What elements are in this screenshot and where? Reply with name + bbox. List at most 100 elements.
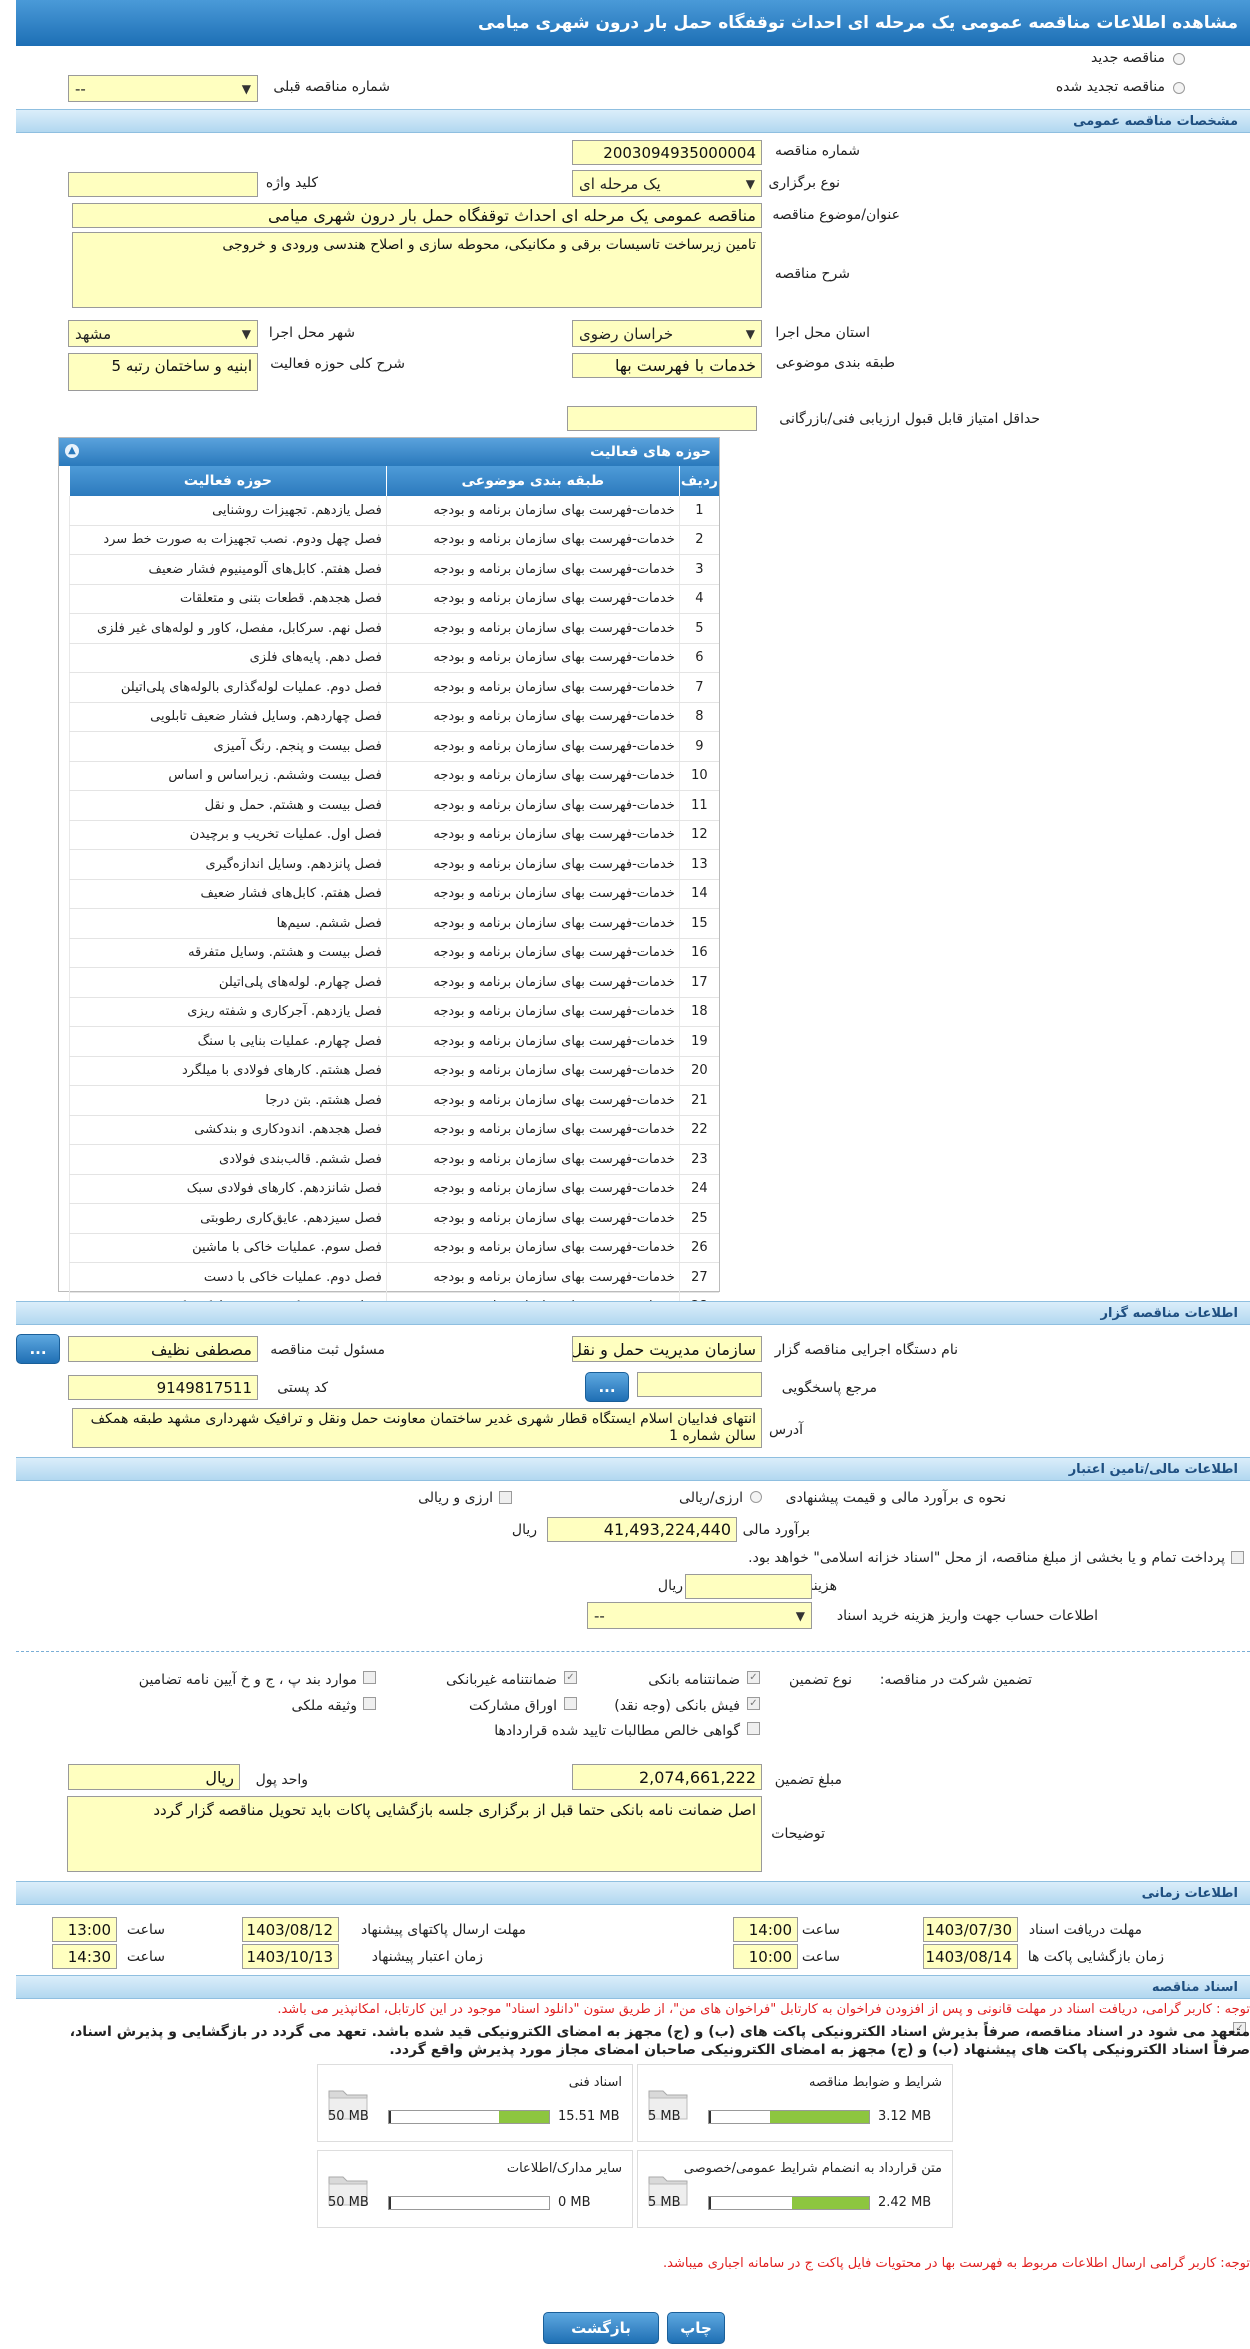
file-progress-fill	[499, 2111, 549, 2123]
table-row[interactable]: 11 خدمات-فهرست بهای سازمان برنامه و بودجه…	[69, 790, 719, 821]
items-bph-checkbox[interactable]	[363, 1671, 376, 1684]
table-row[interactable]: 7 خدمات-فهرست بهای سازمان برنامه و بودجه ف…	[69, 672, 719, 703]
submit-deadline-label: مهلت ارسال پاکتهای پیشنهاد	[360, 1922, 526, 1938]
currency-label: واحد پول	[255, 1772, 308, 1788]
category-field[interactable]: خدمات با فهرست بها	[572, 353, 762, 378]
validity-time[interactable]: 14:30	[52, 1944, 117, 1969]
chevron-down-icon: ▼	[745, 176, 755, 191]
back-button[interactable]: بازگشت	[543, 2312, 659, 2344]
description-field[interactable]: تامین زیرساخت تاسیسات برقی و مکانیکی، مح…	[72, 232, 762, 308]
table-row[interactable]: 22 خدمات-فهرست بهای سازمان برنامه و بودجه…	[69, 1115, 719, 1145]
table-row[interactable]: 3 خدمات-فهرست بهای سازمان برنامه و بودجه ف…	[69, 554, 719, 585]
table-row[interactable]: 17 خدمات-فهرست بهای سازمان برنامه و بودجه…	[69, 967, 719, 998]
row-activity-cell: فصل دهم. پایه‌های فلزی	[69, 643, 387, 673]
address-field[interactable]: انتهای فداییان اسلام ایستگاه قطار شهری غ…	[72, 1408, 762, 1448]
validity-date[interactable]: 1403/10/13	[242, 1944, 339, 1969]
table-row[interactable]: 10 خدمات-فهرست بهای سازمان برنامه و بودجه…	[69, 761, 719, 791]
reference-more-button[interactable]: ...	[585, 1372, 629, 1402]
address-label: آدرس	[769, 1422, 803, 1438]
row-number-cell: 8	[678, 702, 719, 732]
new-tender-radio[interactable]	[1173, 53, 1185, 65]
type-select[interactable]: ▼ یک مرحله ای	[572, 170, 762, 197]
province-select[interactable]: ▼ خراسان رضوی	[572, 320, 762, 347]
guarantee-amount-field[interactable]: 2,074,661,222	[572, 1764, 762, 1790]
bank-check-checkbox[interactable]: ✓	[747, 1697, 760, 1710]
table-row[interactable]: 13 خدمات-فهرست بهای سازمان برنامه و بودجه…	[69, 849, 719, 880]
bank-guarantee-checkbox[interactable]: ✓	[747, 1671, 760, 1684]
opening-time[interactable]: 10:00	[733, 1944, 798, 1969]
tender-number-field[interactable]: 2003094935000004	[572, 140, 762, 165]
row-number-cell: 11	[678, 790, 719, 821]
org-field[interactable]: سازمان مدیریت حمل و نقل	[572, 1336, 762, 1362]
treasury-checkbox[interactable]	[1231, 1551, 1244, 1564]
estimate-label: برآورد مالی	[742, 1522, 810, 1538]
table-row[interactable]: 16 خدمات-فهرست بهای سازمان برنامه و بودجه…	[69, 938, 719, 968]
table-row[interactable]: 19 خدمات-فهرست بهای سازمان برنامه و بودجه…	[69, 1026, 719, 1057]
collapse-icon[interactable]: ▲	[65, 444, 79, 458]
row-activity-cell: فصل شانزدهم. کارهای فولادی سبک	[69, 1174, 387, 1204]
table-row[interactable]: 12 خدمات-فهرست بهای سازمان برنامه و بودجه…	[69, 820, 719, 850]
row-number-cell: 26	[678, 1233, 719, 1263]
table-row[interactable]: 25 خدمات-فهرست بهای سازمان برنامه و بودجه…	[69, 1203, 719, 1234]
scope-label: شرح کلی حوزه فعالیت	[270, 356, 405, 372]
table-row[interactable]: 5 خدمات-فهرست بهای سازمان برنامه و بودجه ف…	[69, 613, 719, 644]
financial-section-header: اطلاعات مالی/تامین اعتبار	[16, 1457, 1250, 1481]
table-row[interactable]: 6 خدمات-فهرست بهای سازمان برنامه و بودجه ف…	[69, 643, 719, 673]
file-box[interactable]: سایر مدارک/اطلاعات 50 MB 0 MB	[317, 2150, 633, 2228]
table-row[interactable]: 20 خدمات-فهرست بهای سازمان برنامه و بودجه…	[69, 1056, 719, 1086]
submit-deadline-time[interactable]: 13:00	[52, 1917, 117, 1942]
scope-field[interactable]: ابنیه و ساختمان رتبه 5	[68, 353, 258, 391]
table-row[interactable]: 24 خدمات-فهرست بهای سازمان برنامه و بودجه…	[69, 1174, 719, 1204]
table-row[interactable]: 15 خدمات-فهرست بهای سازمان برنامه و بودجه…	[69, 908, 719, 939]
currency-field[interactable]: ریال	[68, 1764, 240, 1790]
file-box[interactable]: اسناد فنی 50 MB 15.51 MB	[317, 2064, 633, 2142]
table-row[interactable]: 23 خدمات-فهرست بهای سازمان برنامه و بودجه…	[69, 1144, 719, 1175]
officer-more-button[interactable]: ...	[16, 1334, 60, 1364]
receive-deadline-date[interactable]: 1403/07/30	[923, 1917, 1018, 1942]
nonbank-guarantee-checkbox[interactable]: ✓	[564, 1671, 577, 1684]
prev-number-select[interactable]: ▼ --	[68, 75, 258, 102]
participation-label: تضمین شرکت در مناقصه:	[879, 1672, 1032, 1688]
file-box[interactable]: شرایط و ضوابط مناقصه 5 MB 3.12 MB	[637, 2064, 953, 2142]
table-row[interactable]: 27 خدمات-فهرست بهای سازمان برنامه و بودجه…	[69, 1262, 719, 1293]
receive-deadline-time[interactable]: 14:00	[733, 1917, 798, 1942]
subject-field[interactable]: مناقصه عمومی یک مرحله ای احداث توقفگاه ح…	[72, 203, 762, 228]
description-label: شرح مناقصه	[774, 266, 850, 282]
renewed-tender-radio[interactable]	[1173, 82, 1185, 94]
opening-date[interactable]: 1403/08/14	[923, 1944, 1018, 1969]
currency-and-rial-checkbox[interactable]	[499, 1491, 512, 1504]
file-box[interactable]: متن قرارداد به انضمام شرایط عمومی/خصوصی …	[637, 2150, 953, 2228]
officer-field[interactable]: مصطفی نظیف	[68, 1336, 258, 1362]
notes-field[interactable]: اصل ضمانت نامه بانکی حتما قبل از برگزاری…	[67, 1796, 762, 1872]
print-button[interactable]: چاپ	[667, 2312, 725, 2344]
account-select[interactable]: ▼ --	[587, 1602, 812, 1629]
file-name: سایر مدارک/اطلاعات	[506, 2161, 622, 2176]
submit-deadline-date[interactable]: 1403/08/12	[242, 1917, 339, 1942]
contract-claims-checkbox[interactable]	[747, 1722, 760, 1735]
min-score-field[interactable]	[567, 406, 757, 431]
reference-field[interactable]	[637, 1372, 762, 1397]
table-row[interactable]: 14 خدمات-فهرست بهای سازمان برنامه و بودجه…	[69, 879, 719, 909]
currency-rial-radio[interactable]	[750, 1491, 762, 1503]
postal-field[interactable]: 9149817511	[68, 1375, 258, 1400]
row-number-cell: 2	[678, 525, 719, 555]
receive-deadline-label: مهلت دریافت اسناد	[1028, 1922, 1142, 1938]
property-checkbox[interactable]	[363, 1697, 376, 1710]
bonds-checkbox[interactable]	[564, 1697, 577, 1710]
table-row[interactable]: 9 خدمات-فهرست بهای سازمان برنامه و بودجه ف…	[69, 731, 719, 762]
row-number-cell: 14	[678, 879, 719, 909]
file-max-size: 5 MB	[648, 2109, 681, 2124]
table-row[interactable]: 4 خدمات-فهرست بهای سازمان برنامه و بودجه ف…	[69, 584, 719, 614]
keyword-field[interactable]	[68, 172, 258, 197]
estimate-field[interactable]: 41,493,224,440	[547, 1517, 737, 1542]
table-row[interactable]: 26 خدمات-فهرست بهای سازمان برنامه و بودجه…	[69, 1233, 719, 1263]
doc-cost-field[interactable]	[685, 1574, 812, 1599]
city-select[interactable]: ▼ مشهد	[68, 320, 258, 347]
table-row[interactable]: 8 خدمات-فهرست بهای سازمان برنامه و بودجه ف…	[69, 702, 719, 732]
table-row[interactable]: 1 خدمات-فهرست بهای سازمان برنامه و بودجه ف…	[69, 496, 719, 526]
table-row[interactable]: 21 خدمات-فهرست بهای سازمان برنامه و بودجه…	[69, 1085, 719, 1116]
table-row[interactable]: 18 خدمات-فهرست بهای سازمان برنامه و بودجه…	[69, 997, 719, 1027]
table-row[interactable]: 2 خدمات-فهرست بهای سازمان برنامه و بودجه ف…	[69, 525, 719, 555]
activities-table: ردیف طبقه بندی موضوعی حوزه فعالیت 1 خدمات…	[69, 466, 719, 1322]
row-number-cell: 27	[678, 1262, 719, 1293]
